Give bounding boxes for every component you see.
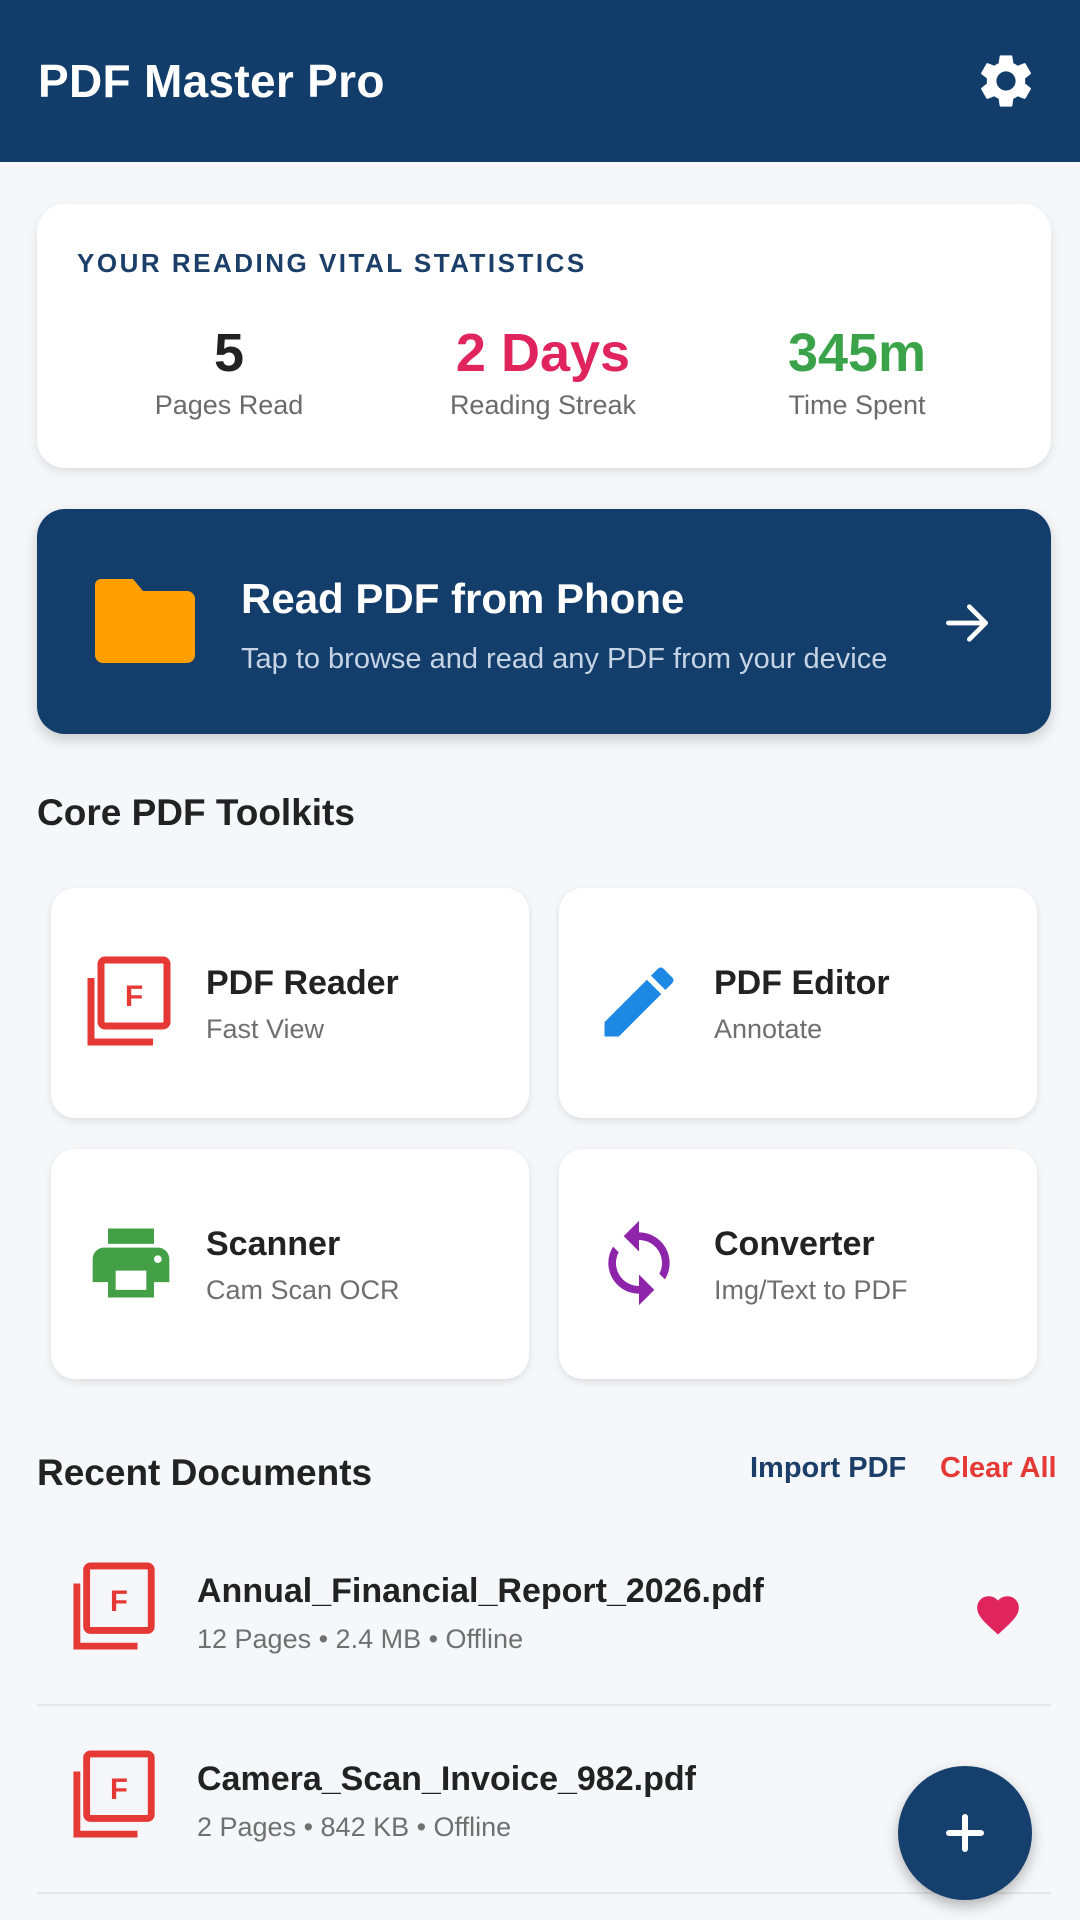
document-name: Annual_Financial_Report_2026.pdf [197, 1572, 764, 1610]
tool-name: Converter [714, 1225, 875, 1263]
stat-label: Pages Read [154, 390, 304, 420]
pdf-file-icon: F [87, 956, 171, 1046]
hero-subtitle: Tap to browse and read any PDF from your… [241, 643, 888, 675]
add-document-fab[interactable] [898, 1766, 1032, 1900]
stat-pages-read: 5 Pages Read [89, 322, 369, 421]
import-pdf-link[interactable]: Import PDF [750, 1452, 906, 1485]
app-title: PDF Master Pro [38, 55, 385, 107]
tool-subtitle: Fast View [206, 1014, 325, 1044]
stat-value: 345m [787, 323, 927, 383]
svg-text:F: F [125, 980, 143, 1013]
settings-button[interactable] [970, 45, 1042, 117]
document-meta: 2 Pages • 842 KB • Offline [197, 1812, 512, 1842]
tool-pdf-editor[interactable]: PDF Editor Annotate [559, 888, 1037, 1118]
read-pdf-from-phone-card[interactable]: Read PDF from Phone Tap to browse and re… [37, 509, 1051, 734]
pencil-icon [604, 967, 674, 1037]
tool-name: PDF Editor [714, 964, 890, 1002]
clear-all-link[interactable]: Clear All [940, 1452, 1057, 1485]
stat-value: 5 [213, 323, 245, 383]
heart-icon[interactable] [973, 1590, 1023, 1640]
sync-icon [608, 1220, 670, 1306]
tool-pdf-reader[interactable]: F PDF Reader Fast View [51, 888, 529, 1118]
hero-title: Read PDF from Phone [241, 575, 685, 622]
app-bar: PDF Master Pro [0, 0, 1080, 162]
printer-icon [92, 1228, 170, 1298]
stat-label: Time Spent [788, 390, 926, 420]
document-row[interactable]: F Annual_Financial_Report_2026.pdf 12 Pa… [37, 1520, 1051, 1706]
arrow-right-icon [946, 604, 988, 642]
stat-value: 2 Days [455, 323, 631, 383]
tool-converter[interactable]: Converter Img/Text to PDF [559, 1149, 1037, 1379]
pdf-file-icon: F [73, 1750, 155, 1838]
tool-subtitle: Img/Text to PDF [714, 1275, 908, 1305]
svg-text:F: F [110, 1585, 128, 1618]
document-row[interactable]: F Camera_Scan_Invoice_982.pdf 2 Pages • … [37, 1708, 1051, 1894]
tool-subtitle: Cam Scan OCR [206, 1275, 400, 1305]
stat-time-spent: 345m Time Spent [717, 322, 997, 421]
tool-subtitle: Annotate [714, 1014, 823, 1044]
tool-name: Scanner [206, 1225, 341, 1263]
plus-icon [946, 1814, 984, 1852]
document-name: Camera_Scan_Invoice_982.pdf [197, 1760, 696, 1798]
svg-text:F: F [110, 1773, 128, 1806]
folder-icon [95, 579, 195, 663]
stat-label: Reading Streak [449, 390, 637, 420]
reading-stats-card: YOUR READING VITAL STATISTICS 5 Pages Re… [37, 204, 1051, 468]
gear-icon [981, 55, 1031, 107]
pdf-file-icon: F [73, 1562, 155, 1650]
stats-heading: YOUR READING VITAL STATISTICS [77, 248, 587, 278]
recent-documents-title: Recent Documents [37, 1452, 373, 1493]
tool-scanner[interactable]: Scanner Cam Scan OCR [51, 1149, 529, 1379]
stat-reading-streak: 2 Days Reading Streak [403, 322, 683, 421]
toolkits-title: Core PDF Toolkits [37, 792, 355, 833]
tool-name: PDF Reader [206, 964, 399, 1002]
document-meta: 12 Pages • 2.4 MB • Offline [197, 1624, 524, 1654]
